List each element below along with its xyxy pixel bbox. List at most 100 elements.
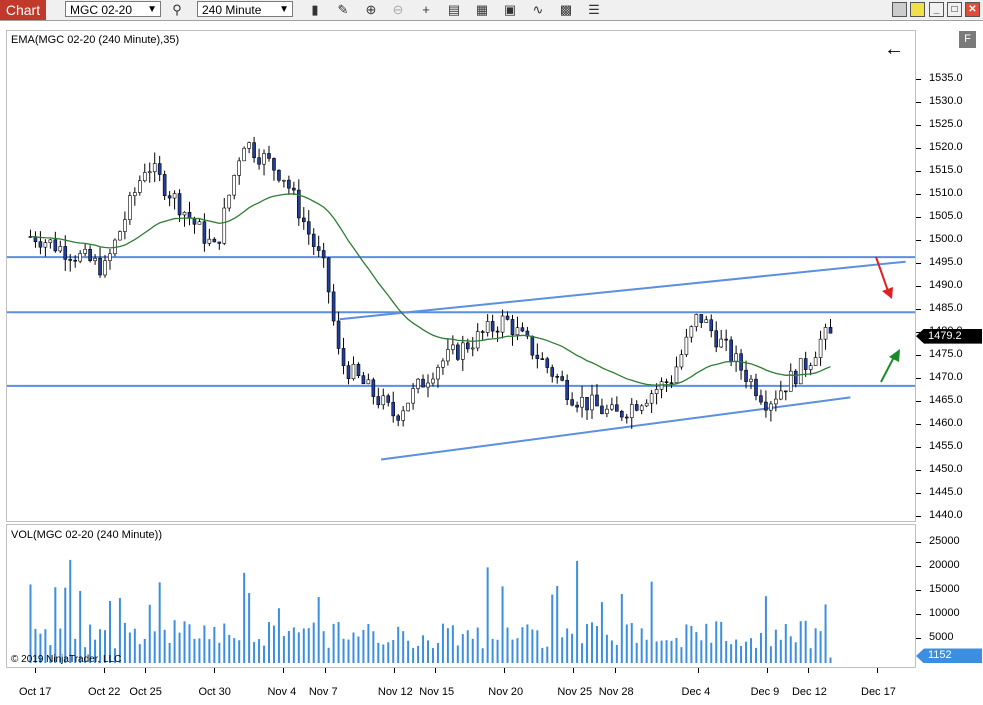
candle-body — [610, 404, 614, 410]
draw-tool-icon[interactable]: ✎ — [334, 1, 352, 19]
volume-bar — [327, 647, 330, 663]
candle-body — [769, 403, 773, 411]
candle-body — [828, 327, 833, 334]
zoom-in-icon[interactable]: ⊕ — [362, 1, 380, 19]
candle-body — [118, 231, 122, 241]
volume-bar — [541, 647, 544, 663]
volume-bar — [690, 625, 693, 663]
analysis-icon[interactable]: ∿ — [529, 1, 547, 19]
zoom-out-icon[interactable]: ⊖ — [389, 1, 407, 19]
candle-body — [421, 378, 425, 388]
time-tick-mark — [35, 668, 36, 673]
price-tick-label: 1510.0 — [929, 187, 963, 199]
volume-bar — [422, 635, 425, 663]
interval-value: 240 Minute — [202, 3, 262, 17]
candle-body — [227, 194, 232, 209]
volume-bar — [486, 567, 489, 663]
interval-selector[interactable]: 240 Minute ▼ — [197, 1, 293, 17]
candle-body — [446, 349, 450, 362]
properties-icon[interactable]: ▩ — [557, 1, 575, 19]
price-tick-mark — [916, 102, 921, 103]
chart-style-icon[interactable]: ▮ — [306, 1, 324, 19]
candle-body — [475, 331, 480, 349]
green-up-arrow-icon — [880, 349, 900, 383]
time-tick-mark — [145, 668, 147, 673]
strategies-icon[interactable]: ▦ — [473, 1, 491, 19]
link-yellow-icon[interactable] — [910, 2, 925, 17]
volume-bar — [670, 640, 673, 663]
link-gray-icon[interactable] — [892, 2, 907, 17]
candle-body — [152, 163, 157, 173]
candle-body — [495, 330, 500, 333]
volume-bar — [600, 602, 603, 663]
candle-body — [321, 250, 326, 259]
price-tick-label: 1495.0 — [929, 256, 963, 268]
chart-tab[interactable]: Chart — [0, 0, 46, 20]
candle-body — [764, 401, 768, 411]
time-tick-mark — [573, 668, 575, 673]
candle-body — [162, 174, 167, 197]
candle-body — [500, 315, 505, 333]
volume-bar — [754, 647, 757, 663]
copyright-text: © 2019 NinjaTrader, LLC — [11, 654, 122, 665]
crosshair-icon[interactable]: + — [417, 1, 435, 19]
candle-body — [386, 395, 391, 403]
price-tick-mark — [916, 424, 921, 425]
back-arrow-icon[interactable]: ← — [884, 38, 904, 61]
volume-bar — [402, 631, 405, 663]
volume-tick-label: 5000 — [929, 631, 954, 643]
candle-body — [207, 238, 212, 244]
candle-body — [222, 207, 227, 244]
volume-bar — [203, 625, 206, 663]
time-tick-label: Nov 25 — [557, 686, 593, 698]
time-tick-label: Nov 28 — [598, 686, 634, 698]
instrument-selector[interactable]: MGC 02-20 ▼ — [65, 1, 161, 17]
time-tick-label: Nov 7 — [308, 686, 338, 698]
volume-bar — [605, 634, 608, 663]
volume-axis[interactable]: 25000 20000 15000 10000 5000 1152 — [916, 524, 983, 668]
volume-bar — [317, 597, 320, 663]
price-panel[interactable]: EMA(MGC 02-20 (240 Minute),35) — [6, 30, 916, 522]
candle-body — [485, 321, 490, 333]
volume-bar — [322, 631, 325, 663]
volume-bar — [312, 622, 315, 663]
data-box-icon[interactable]: ☰ — [585, 1, 603, 19]
volume-bar — [168, 642, 171, 663]
green-arrow-shaft — [880, 356, 895, 383]
green-arrow-head — [889, 349, 900, 362]
templates-icon[interactable]: ▣ — [501, 1, 519, 19]
volume-bar — [536, 630, 539, 663]
volume-bar — [710, 642, 713, 663]
time-axis[interactable]: Oct 17 Oct 22 Oct 25 Oct 30 Nov 4 Nov 7 Nov 12… — [6, 668, 916, 705]
volume-bar — [436, 642, 439, 663]
candle-body — [530, 335, 535, 356]
indicators-icon[interactable]: ▤ — [445, 1, 463, 19]
volume-tick-mark — [916, 542, 921, 543]
minimize-icon[interactable]: _ — [929, 2, 944, 17]
search-icon[interactable]: ⚲ — [168, 1, 186, 19]
price-tick-label: 1485.0 — [929, 302, 963, 314]
candle-body — [108, 253, 112, 261]
candle-body — [242, 148, 246, 162]
candle-body — [301, 217, 306, 223]
price-tick-label: 1465.0 — [929, 394, 963, 406]
close-icon[interactable]: ✕ — [965, 2, 980, 17]
maximize-icon[interactable]: □ — [947, 2, 962, 17]
candle-body — [142, 172, 147, 182]
time-tick-mark — [766, 668, 768, 673]
candle-body — [316, 246, 321, 251]
volume-panel[interactable]: VOL(MGC 02-20 (240 Minute)) — [6, 524, 916, 668]
volume-bar — [193, 638, 196, 663]
candle-body — [465, 342, 470, 350]
candle-body — [83, 248, 87, 254]
volume-bar — [556, 585, 559, 663]
volume-bar — [476, 627, 479, 663]
volume-bar — [814, 628, 817, 663]
volume-bar — [372, 631, 375, 663]
volume-bar — [128, 632, 131, 663]
price-axis[interactable]: 1535.0 1530.0 1525.0 1520.0 1515.0 1510.0 1505… — [916, 30, 983, 522]
price-tick-label: 1455.0 — [929, 440, 963, 452]
candle-body — [38, 241, 43, 248]
candle-body — [585, 397, 589, 411]
volume-bar — [730, 644, 733, 663]
